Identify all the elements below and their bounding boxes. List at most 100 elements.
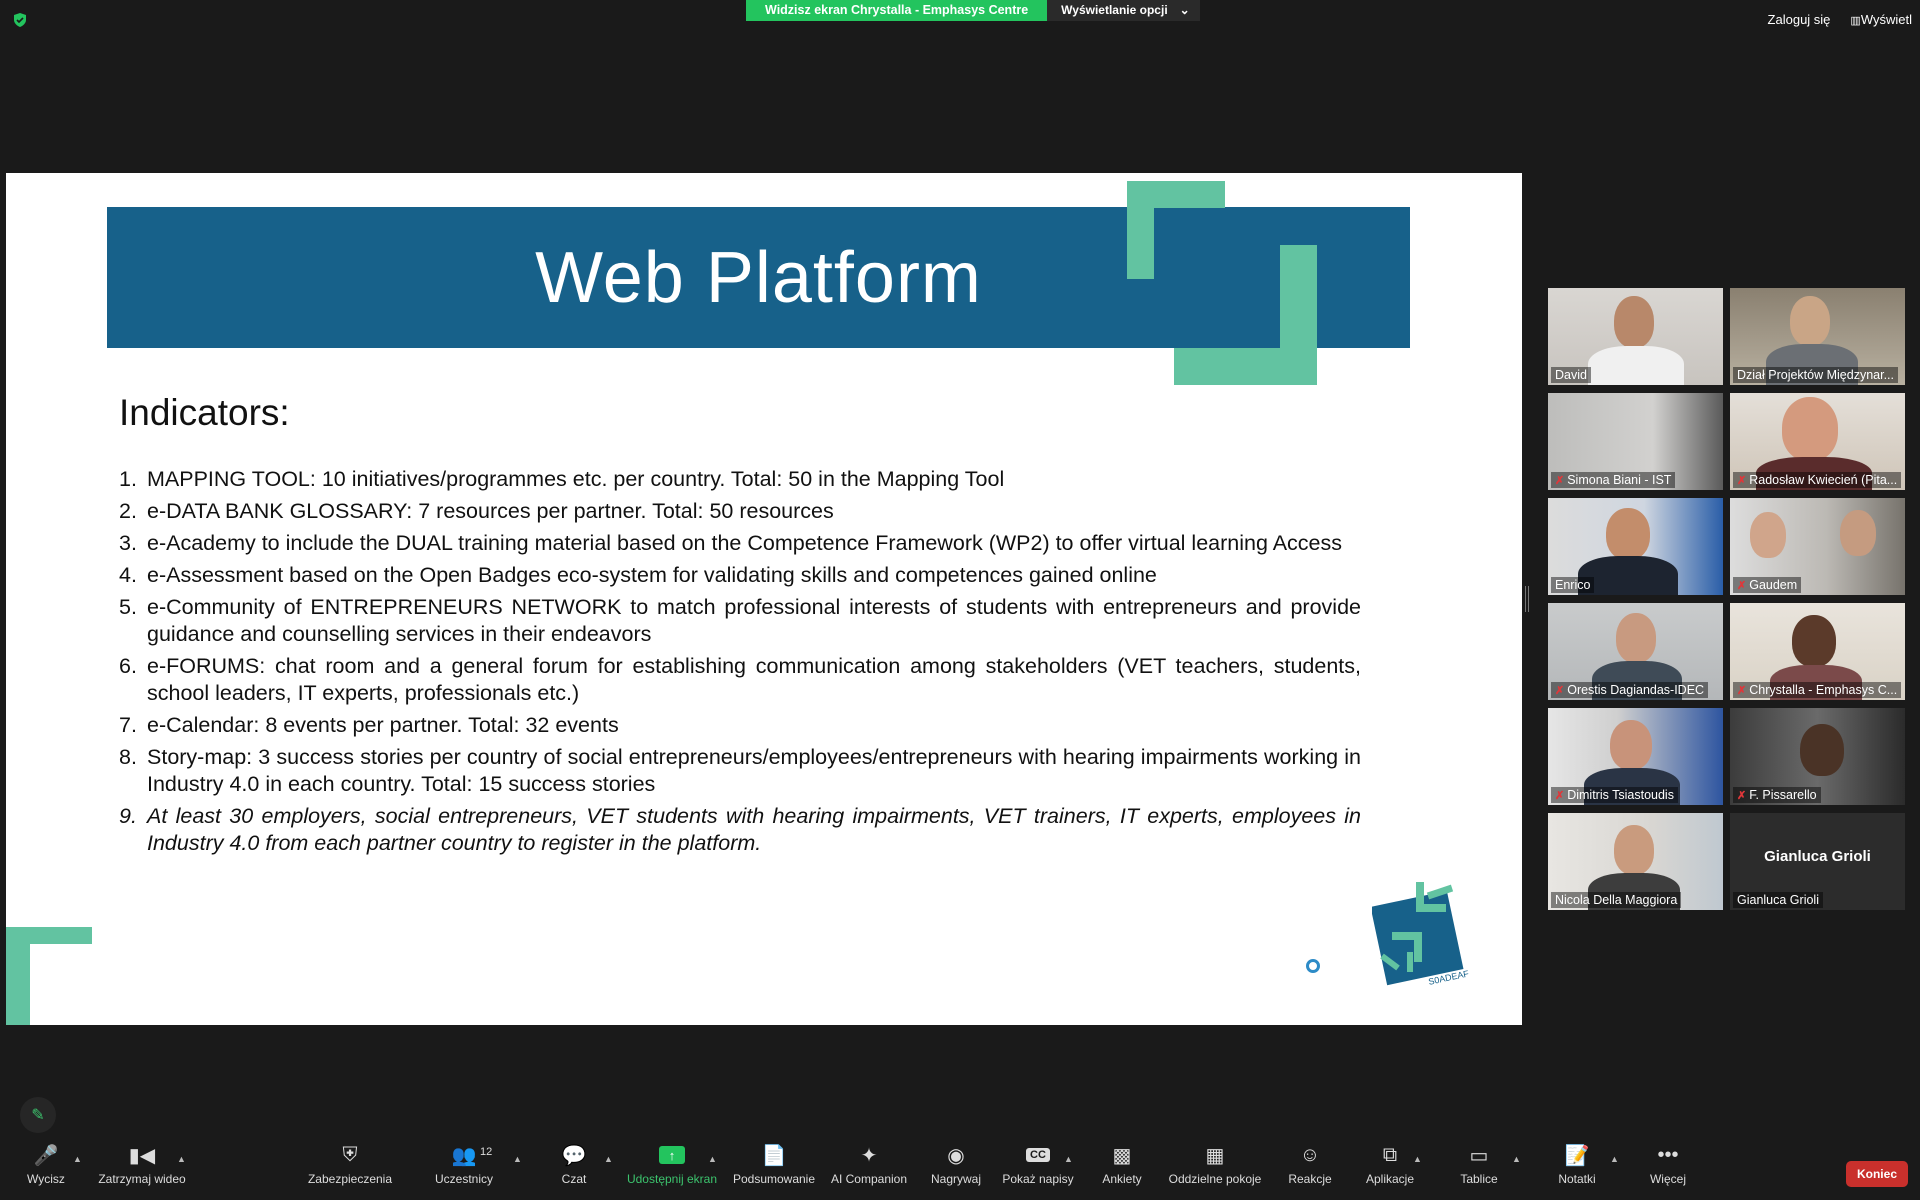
ai-companion-button[interactable]: ✦ AI Companion bbox=[828, 1140, 910, 1200]
chevron-down-icon: ⌄ bbox=[1179, 3, 1190, 17]
record-icon: ◉ bbox=[947, 1144, 965, 1167]
cc-icon: CC bbox=[1026, 1148, 1050, 1162]
slide-title: Web Platform bbox=[535, 237, 982, 318]
meeting-toolbar: 🎤 Wycisz ▲ ▮◀ Zatrzymaj wideo ▲ ⛨ Zabezp… bbox=[0, 1140, 1920, 1200]
participant-name: ✗ Radosław Kwiecień (Pita... bbox=[1733, 472, 1902, 488]
participant-tile[interactable]: Gianluca Grioli Gianluca Grioli bbox=[1730, 813, 1905, 910]
video-options-caret[interactable]: ▲ bbox=[177, 1154, 186, 1164]
participants-count: 12 bbox=[480, 1146, 493, 1158]
indicator-item: 9. At least 30 employers, social entrepre… bbox=[119, 804, 1361, 855]
share-screen-button[interactable]: ↑ Udostępnij ekran bbox=[624, 1140, 720, 1200]
grid-icon: ▦ bbox=[1205, 1144, 1225, 1167]
participant-tile-active-speaker[interactable]: Enrico bbox=[1548, 498, 1723, 595]
apps-icon: ⧉ bbox=[1382, 1143, 1398, 1166]
participant-tile[interactable]: ✗ Gaudem bbox=[1730, 498, 1905, 595]
participant-tile[interactable]: ✗ Chrystalla - Emphasys C... bbox=[1730, 603, 1905, 700]
indicator-item: 6. e-FORUMS: chat room and a general foru… bbox=[119, 654, 1361, 705]
indicator-item: 5. e-Community of ENTREPRENEURS NETWORK t… bbox=[119, 595, 1361, 646]
mute-options-caret[interactable]: ▲ bbox=[73, 1154, 82, 1164]
shared-screen-slide: Web Platform Indicators: 1. MAPPING TOOL:… bbox=[6, 173, 1522, 1025]
shield-icon: ⛨ bbox=[342, 1143, 358, 1166]
video-gallery: David Dział Projektów Międzynar... ✗ Simo… bbox=[1548, 288, 1906, 910]
participants-icon: 👥 bbox=[451, 1144, 477, 1167]
participant-name: Enrico bbox=[1551, 577, 1595, 593]
smiley-icon: ☺ bbox=[1299, 1143, 1321, 1166]
notes-icon: 📝 bbox=[1564, 1144, 1590, 1167]
participants-options-caret[interactable]: ▲ bbox=[513, 1154, 522, 1164]
whiteboards-options-caret[interactable]: ▲ bbox=[1512, 1154, 1521, 1164]
participant-name: David bbox=[1551, 367, 1591, 383]
indicator-item: 4. e-Assessment based on the Open Badges … bbox=[119, 563, 1157, 587]
indicator-item: 1. MAPPING TOOL: 10 initiatives/programme… bbox=[119, 467, 1005, 491]
apps-button[interactable]: ⧉ Aplikacje bbox=[1360, 1140, 1420, 1200]
participant-name: ✗ Orestis Dagiandas-IDEC bbox=[1551, 682, 1709, 698]
microphone-icon: 🎤 bbox=[33, 1144, 59, 1167]
participant-tile[interactable]: ✗ F. Pissarello bbox=[1730, 708, 1905, 805]
view-options-label: Wyświetlanie opcji bbox=[1061, 3, 1168, 17]
screen-share-banner: Widzisz ekran Chrystalla - Emphasys Cent… bbox=[746, 0, 1200, 21]
project-logo: S0ADEAF bbox=[1372, 882, 1470, 987]
more-button[interactable]: ••• Więcej bbox=[1640, 1140, 1696, 1200]
zoom-meeting-window: Widzisz ekran Chrystalla - Emphasys Cent… bbox=[0, 0, 1920, 1200]
summary-button[interactable]: 📄 Podsumowanie bbox=[730, 1140, 818, 1200]
participant-tile[interactable]: Dział Projektów Międzynar... bbox=[1730, 288, 1905, 385]
stop-video-button[interactable]: ▮◀ Zatrzymaj wideo bbox=[94, 1140, 190, 1200]
annotate-pencil-icon[interactable]: ✎ bbox=[20, 1097, 56, 1133]
chat-options-caret[interactable]: ▲ bbox=[604, 1154, 613, 1164]
indicators-list: 1. MAPPING TOOL: 10 initiatives/programme… bbox=[119, 466, 1361, 862]
participant-tile[interactable]: ✗ Dimitris Tsiastoudis bbox=[1548, 708, 1723, 805]
participant-tile[interactable]: David bbox=[1548, 288, 1723, 385]
bar-chart-icon: ▩ bbox=[1112, 1144, 1132, 1167]
participant-name: Dział Projektów Międzynar... bbox=[1733, 367, 1899, 383]
participant-name: ✗ F. Pissarello bbox=[1733, 787, 1821, 803]
share-screen-icon: ↑ bbox=[659, 1146, 685, 1164]
apps-options-caret[interactable]: ▲ bbox=[1413, 1154, 1422, 1164]
resize-handle[interactable] bbox=[1525, 586, 1529, 612]
summary-doc-icon: 📄 bbox=[761, 1144, 787, 1167]
participant-name: Gianluca Grioli bbox=[1733, 892, 1823, 908]
video-camera-icon: ▮◀ bbox=[128, 1144, 156, 1167]
security-button[interactable]: ⛨ Zabezpieczenia bbox=[306, 1140, 394, 1200]
chat-bubble-icon: 💬 bbox=[561, 1144, 587, 1167]
mic-muted-icon: ✗ bbox=[1737, 789, 1747, 802]
participant-tile[interactable]: Nicola Della Maggiora bbox=[1548, 813, 1723, 910]
polls-button[interactable]: ▩ Ankiety bbox=[1094, 1140, 1150, 1200]
mic-muted-icon: ✗ bbox=[1737, 684, 1747, 697]
mic-muted-icon: ✗ bbox=[1555, 684, 1565, 697]
participant-tile[interactable]: ✗ Orestis Dagiandas-IDEC bbox=[1548, 603, 1723, 700]
mic-muted-icon: ✗ bbox=[1737, 579, 1747, 592]
more-dots-icon: ••• bbox=[1657, 1143, 1679, 1166]
mute-button[interactable]: 🎤 Wycisz bbox=[20, 1140, 72, 1200]
notes-button[interactable]: 📝 Notatki bbox=[1550, 1140, 1604, 1200]
indicator-item: 7. e-Calendar: 8 events per partner. Tota… bbox=[119, 713, 619, 737]
deco-bracket-left bbox=[6, 927, 30, 1025]
top-right-controls: Zaloguj się Wyświetl bbox=[1768, 12, 1912, 27]
whiteboard-icon: ▭ bbox=[1469, 1144, 1489, 1167]
participant-tile[interactable]: ✗ Simona Biani - IST bbox=[1548, 393, 1723, 490]
indicator-item: 3. e-Academy to include the DUAL training… bbox=[119, 531, 1343, 555]
login-link[interactable]: Zaloguj się bbox=[1768, 12, 1831, 27]
indicator-item: 2. e-DATA BANK GLOSSARY: 7 resources per … bbox=[119, 499, 834, 523]
chat-button[interactable]: 💬 Czat bbox=[552, 1140, 596, 1200]
notes-options-caret[interactable]: ▲ bbox=[1610, 1154, 1619, 1164]
participant-name: ✗ Chrystalla - Emphasys C... bbox=[1733, 682, 1902, 698]
reactions-button[interactable]: ☺ Reakcje bbox=[1282, 1140, 1338, 1200]
breakout-rooms-button[interactable]: ▦ Oddzielne pokoje bbox=[1166, 1140, 1264, 1200]
record-button[interactable]: ◉ Nagrywaj bbox=[926, 1140, 986, 1200]
participant-tile[interactable]: ✗ Radosław Kwiecień (Pita... bbox=[1730, 393, 1905, 490]
indicators-heading: Indicators: bbox=[119, 392, 290, 433]
mic-muted-icon: ✗ bbox=[1555, 474, 1565, 487]
mic-muted-icon: ✗ bbox=[1555, 789, 1565, 802]
share-options-caret[interactable]: ▲ bbox=[708, 1154, 717, 1164]
participant-name: ✗ Gaudem bbox=[1733, 577, 1802, 593]
view-options-button[interactable]: Wyświetlanie opcji ⌄ bbox=[1047, 0, 1200, 21]
view-button[interactable]: Wyświetl bbox=[1850, 12, 1912, 27]
captions-options-caret[interactable]: ▲ bbox=[1064, 1154, 1073, 1164]
mic-muted-icon: ✗ bbox=[1737, 474, 1747, 487]
end-meeting-button[interactable]: Koniec bbox=[1846, 1161, 1908, 1187]
security-shield-icon[interactable] bbox=[12, 12, 28, 28]
whiteboards-button[interactable]: ▭ Tablice bbox=[1452, 1140, 1506, 1200]
participant-name: ✗ Simona Biani - IST bbox=[1551, 472, 1676, 488]
participant-name: Nicola Della Maggiora bbox=[1551, 892, 1682, 908]
captions-button[interactable]: CC Pokaż napisy bbox=[998, 1140, 1078, 1200]
